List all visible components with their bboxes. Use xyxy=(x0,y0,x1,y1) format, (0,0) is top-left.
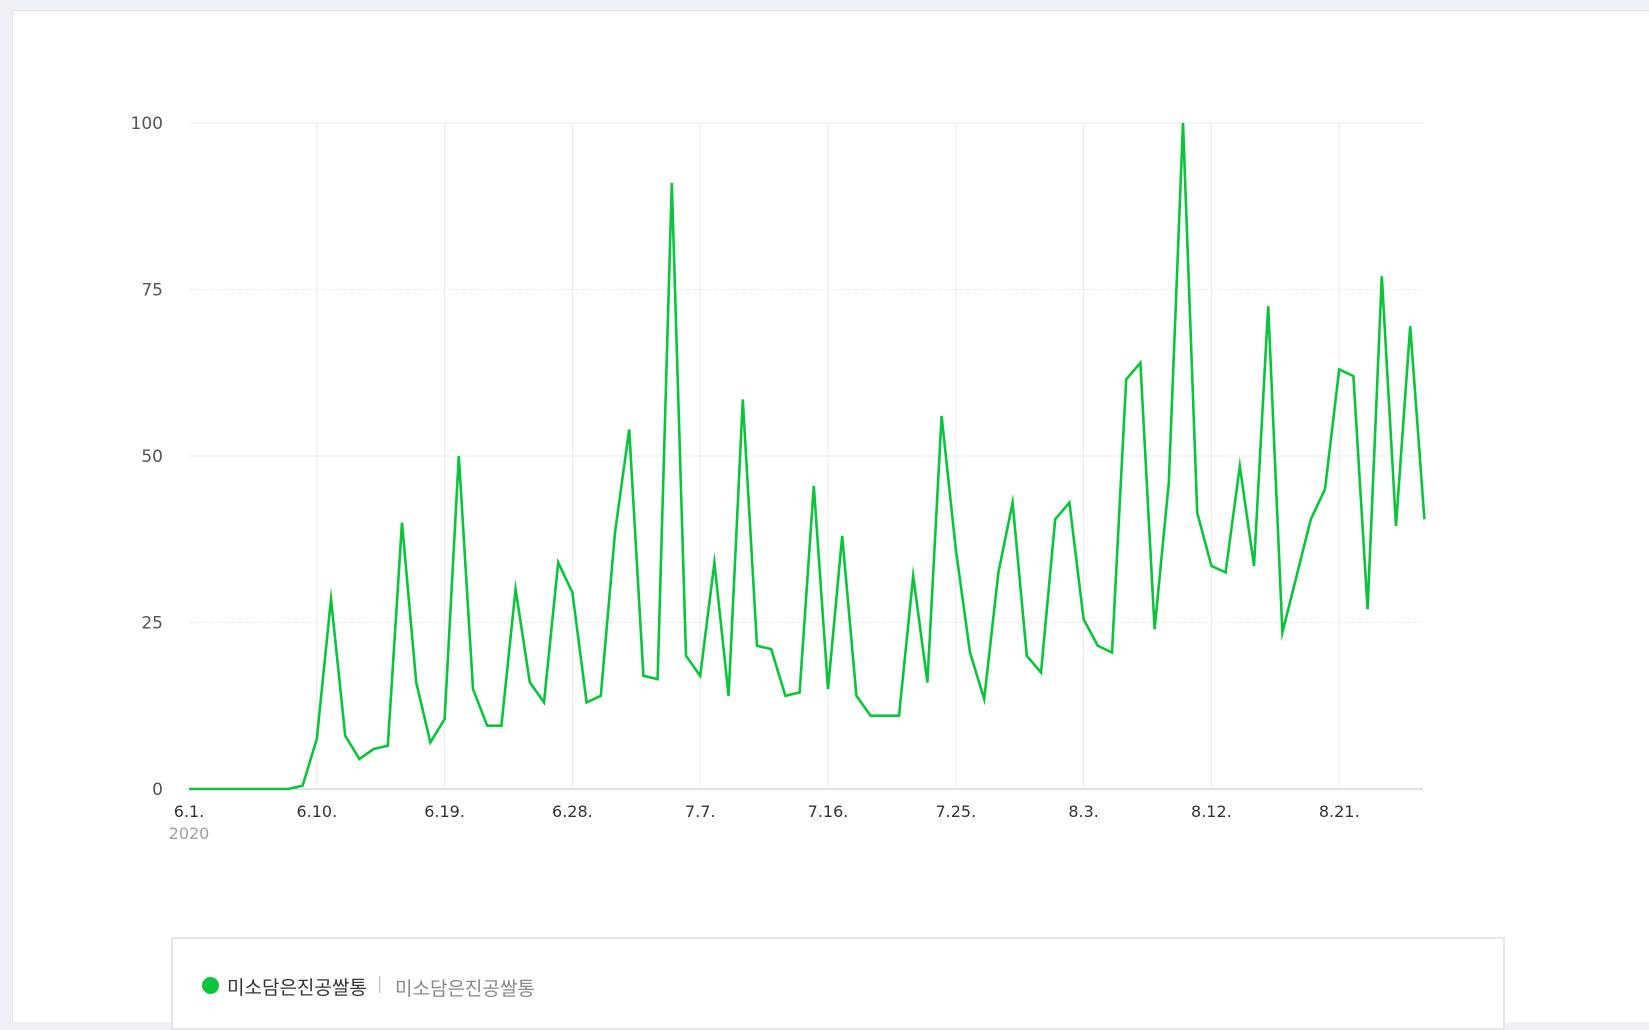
line-chart: 0 25 50 75 100 6.1. 6.10. 6.19. 6.28. 7.7. 7.16. 7.… xyxy=(131,114,1426,843)
x-tick-label: 8.3. xyxy=(1068,802,1099,821)
legend-dot-icon xyxy=(202,977,219,994)
x-tick-label: 6.10. xyxy=(296,802,337,821)
y-tick-label: 0 xyxy=(152,780,163,800)
y-tick-label: 25 xyxy=(141,614,163,634)
legend-series-name[interactable]: 미소담은진공쌀통 xyxy=(227,973,367,1000)
legend-series-subname: 미소담은진공쌀통 xyxy=(395,978,535,1000)
x-tick-label: 6.19. xyxy=(424,802,465,821)
x-tick-label: 7.25. xyxy=(935,802,976,821)
x-tick-label: 8.21. xyxy=(1319,802,1360,821)
chart-card: 0 25 50 75 100 6.1. 6.10. 6.19. 6.28. 7.7. 7.16. 7.… xyxy=(12,10,1649,1030)
x-tick-label: 6.1. xyxy=(174,802,205,821)
x-tick-label: 6.28. xyxy=(552,802,593,821)
x-tick-label: 8.12. xyxy=(1191,802,1232,821)
x-year-label: 2020 xyxy=(169,824,210,843)
y-tick-label: 100 xyxy=(131,114,163,134)
y-tick-label: 75 xyxy=(141,281,163,301)
legend: 미소담은진공쌀통 | 미소담은진공쌀통 xyxy=(171,937,1505,1030)
x-tick-label: 7.16. xyxy=(808,802,849,821)
legend-separator: | xyxy=(377,974,383,994)
y-tick-label: 50 xyxy=(141,447,163,467)
x-tick-label: 7.7. xyxy=(685,802,716,821)
